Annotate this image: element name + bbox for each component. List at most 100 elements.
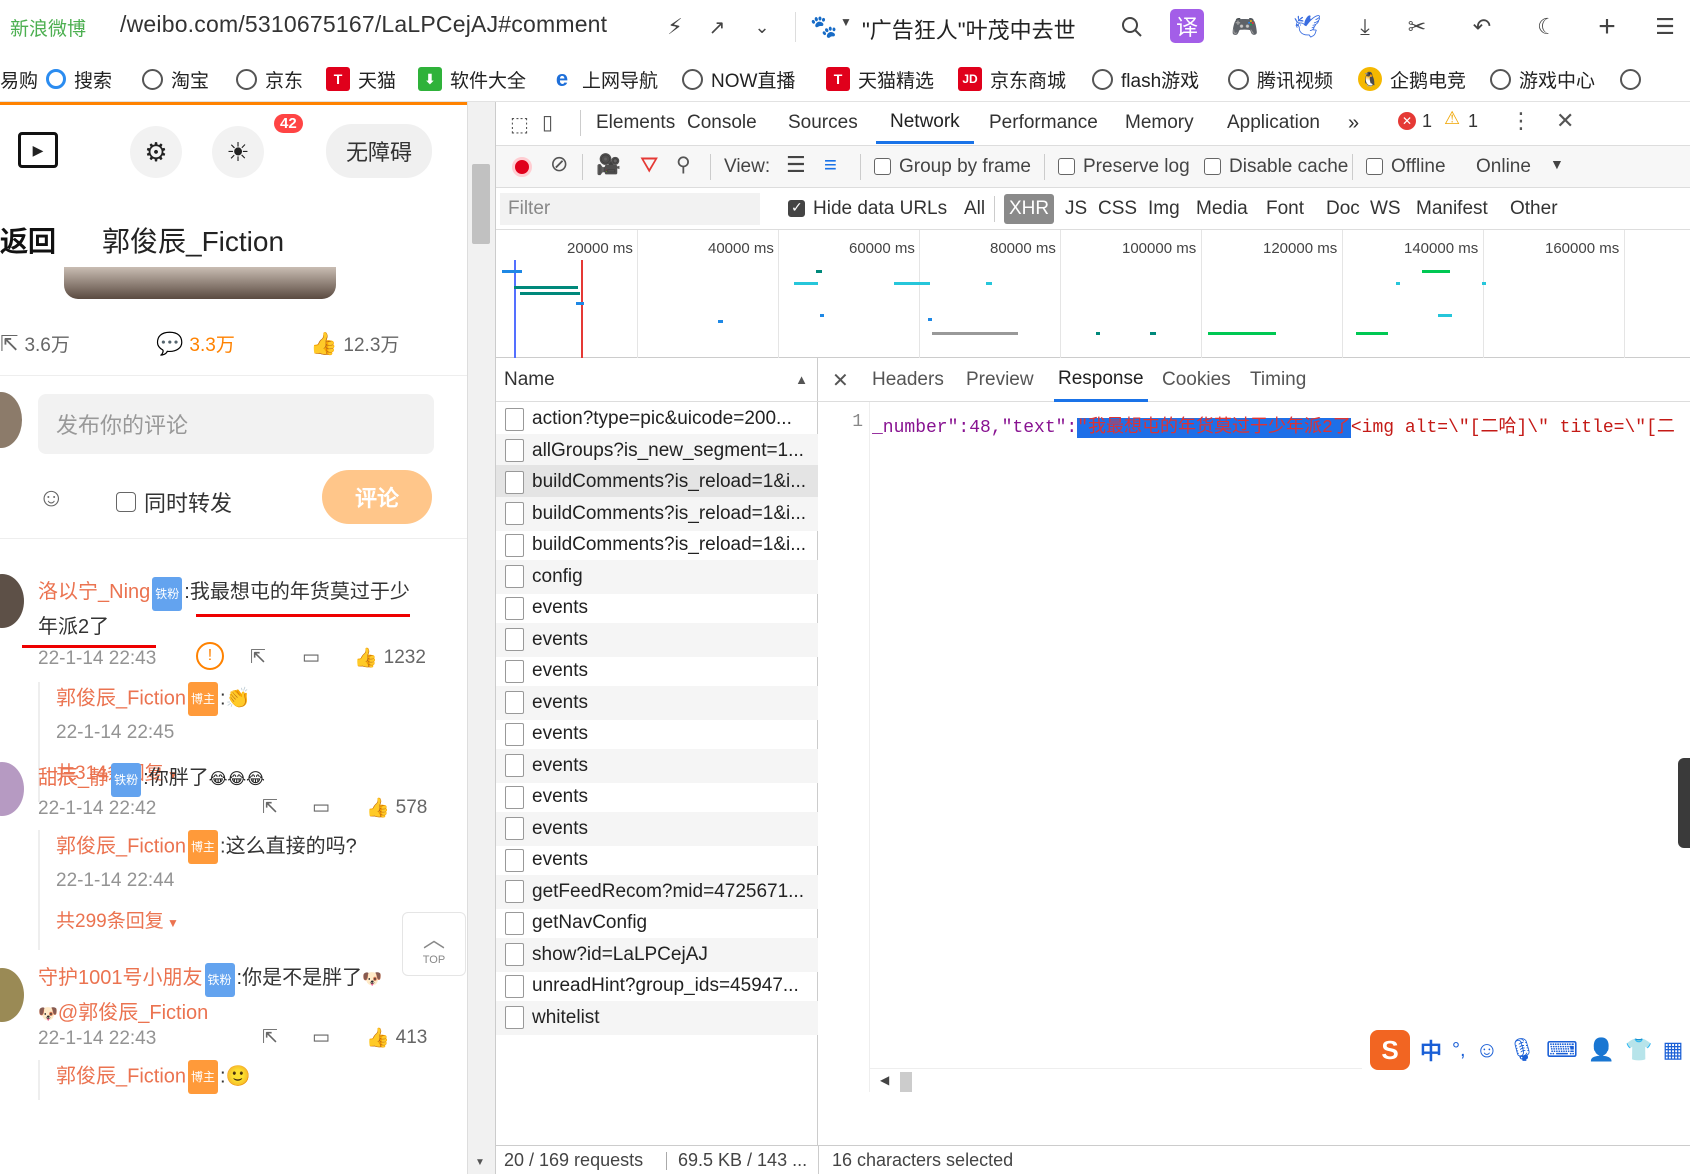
request-row[interactable]: buildComments?is_reload=1&i...	[496, 528, 818, 562]
mention-link[interactable]: @郭俊辰_Fiction	[58, 1002, 208, 1024]
request-row[interactable]: allGroups?is_new_segment=1...	[496, 433, 818, 468]
disable-cache-checkbox[interactable]: Disable cache	[1204, 156, 1348, 178]
more-tabs-icon[interactable]: »	[1348, 102, 1359, 144]
settings-icon[interactable]: ⚙	[130, 126, 182, 178]
punctuation-icon[interactable]: °,	[1452, 1039, 1466, 1062]
search-suggestion[interactable]: "广告狂人"叶茂中去世	[862, 13, 1076, 45]
preserve-log-checkbox[interactable]: Preserve log	[1058, 156, 1190, 178]
bookmark-item[interactable]: flash游戏	[1092, 65, 1199, 93]
bookmark-item[interactable]: 搜索	[46, 65, 112, 93]
request-row[interactable]: getNavConfig	[496, 906, 818, 940]
comment-input[interactable]: 发布你的评论	[38, 394, 434, 454]
gamepad-icon[interactable]: 🎮	[1228, 10, 1262, 44]
bookmark-item[interactable]: T 天猫精选	[826, 65, 934, 93]
keyboard-icon[interactable]: ⌨	[1546, 1037, 1578, 1063]
warning-icon[interactable]: ⚠	[1444, 108, 1460, 129]
error-count[interactable]: 1	[1422, 111, 1432, 132]
filter-type-doc[interactable]: Doc	[1326, 194, 1360, 224]
tab-application[interactable]: Application	[1227, 102, 1320, 144]
request-row[interactable]: getFeedRecom?mid=4725671...	[496, 874, 818, 909]
tab-preview[interactable]: Preview	[966, 358, 1034, 402]
filter-type-ws[interactable]: WS	[1370, 194, 1401, 224]
record-icon[interactable]	[512, 157, 532, 177]
emoji-icon[interactable]: ☺	[38, 482, 65, 513]
skin-icon[interactable]: 👕	[1625, 1037, 1652, 1063]
reply-user[interactable]: 郭俊辰_Fiction	[56, 835, 186, 857]
selected-text[interactable]: "我最想屯的年货莫过于少年派2了	[1077, 418, 1351, 438]
comment-icon[interactable]: ▭	[312, 796, 330, 819]
comment-icon[interactable]: ▭	[312, 1026, 330, 1049]
request-row[interactable]: events	[496, 811, 818, 846]
video-icon[interactable]: ▶	[18, 132, 58, 168]
repost-icon[interactable]: ⇱	[262, 1026, 278, 1049]
request-row[interactable]: events	[496, 591, 818, 625]
tab-headers[interactable]: Headers	[872, 358, 944, 402]
brightness-icon[interactable]: ☀	[212, 126, 264, 178]
report-icon[interactable]: !	[196, 642, 224, 670]
request-row[interactable]: events	[496, 622, 818, 657]
grid-icon[interactable]: ▦	[1663, 1037, 1684, 1063]
filter-type-img[interactable]: Img	[1148, 194, 1180, 224]
bookmark-item[interactable]: 🐧 企鹅电竞	[1358, 65, 1466, 93]
filter-type-all[interactable]: All	[964, 194, 985, 224]
list-view-icon[interactable]: ☰	[786, 152, 806, 178]
filter-input[interactable]: Filter	[500, 193, 760, 225]
network-overview[interactable]: 20000 ms 40000 ms 60000 ms 80000 ms 1000…	[496, 230, 1690, 358]
filter-icon[interactable]: ⛛	[640, 152, 658, 178]
waterfall-view-icon[interactable]: ≡	[824, 152, 837, 178]
comment-submit-button[interactable]: 评论	[322, 470, 432, 524]
hide-data-urls-checkbox[interactable]: Hide data URLs	[788, 198, 947, 220]
offline-checkbox[interactable]: Offline	[1366, 156, 1446, 178]
request-row[interactable]: events	[496, 717, 818, 751]
request-row[interactable]: action?type=pic&uicode=200...	[496, 402, 818, 436]
request-row[interactable]: events	[496, 685, 818, 720]
url-field[interactable]: /weibo.com/5310675167/LaLPCejAJ#comment	[120, 11, 607, 38]
lightning-icon[interactable]: ⚡	[658, 10, 692, 44]
request-row[interactable]: buildComments?is_reload=1&i...	[496, 465, 818, 499]
request-row[interactable]: unreadHint?group_ids=45947...	[496, 969, 818, 1003]
filter-type-other[interactable]: Other	[1510, 194, 1558, 224]
inspect-icon[interactable]: ⬚	[510, 112, 529, 137]
repost-stat[interactable]: ⇱ 3.6万	[0, 330, 70, 357]
bookmark-item[interactable]: T 天猫	[326, 65, 396, 93]
kebab-menu-icon[interactable]: ⋮	[1510, 108, 1532, 134]
more-replies-link[interactable]: 共299条回复	[56, 911, 164, 932]
close-icon[interactable]: ✕	[1556, 108, 1574, 134]
bird-icon[interactable]: 🕊	[1290, 10, 1324, 44]
comment-user[interactable]: 甜辰_静	[38, 767, 109, 789]
bookmark-item[interactable]: e 上网导航	[550, 65, 658, 93]
close-icon[interactable]: ✕	[832, 358, 849, 402]
emoji-icon[interactable]: ☺	[1476, 1037, 1498, 1063]
error-icon[interactable]: ✕	[1398, 112, 1416, 130]
filter-type-js[interactable]: JS	[1065, 194, 1087, 224]
comment-user[interactable]: 洛以宁_Ning	[38, 581, 150, 603]
request-row[interactable]: config	[496, 559, 818, 594]
bookmark-overflow[interactable]	[1620, 65, 1649, 93]
translate-icon[interactable]: 译	[1170, 9, 1204, 43]
filter-type-xhr[interactable]: XHR	[1004, 194, 1055, 224]
moon-icon[interactable]: ☾	[1530, 10, 1564, 44]
comment-stat[interactable]: 💬 3.3万	[156, 330, 235, 357]
bookmark-item[interactable]: 腾讯视频	[1228, 65, 1333, 93]
bookmark-item[interactable]: ⬇ 软件大全	[418, 65, 526, 93]
comment-user[interactable]: 守护1001号小朋友	[38, 967, 203, 989]
warning-count[interactable]: 1	[1468, 111, 1478, 132]
bookmark-item[interactable]: NOW直播	[682, 65, 795, 93]
bookmark-item[interactable]: 游戏中心	[1490, 65, 1595, 93]
download-icon[interactable]: ⤓	[1348, 10, 1382, 44]
search-icon[interactable]: ⚲	[676, 152, 691, 177]
ime-toolbar[interactable]: S 中 °, ☺ 🎙 ⌨ 👤 👕 ▦	[1362, 1028, 1690, 1072]
tab-console[interactable]: Console	[687, 102, 757, 144]
side-handle[interactable]	[1678, 758, 1690, 848]
page-scrollbar[interactable]: ▼	[467, 102, 495, 1174]
new-tab-icon[interactable]: +	[1590, 10, 1624, 44]
search-icon[interactable]	[1115, 10, 1149, 44]
reply-user[interactable]: 郭俊辰_Fiction	[56, 1065, 186, 1087]
caret-down-icon[interactable]: ▼	[840, 15, 852, 29]
caret-down-icon[interactable]: ▼	[1550, 156, 1564, 172]
tab-sources[interactable]: Sources	[788, 102, 858, 144]
request-row[interactable]: events	[496, 748, 818, 783]
scissors-icon[interactable]: ✂	[1400, 10, 1434, 44]
filter-type-media[interactable]: Media	[1196, 194, 1248, 224]
tab-performance[interactable]: Performance	[989, 102, 1098, 144]
